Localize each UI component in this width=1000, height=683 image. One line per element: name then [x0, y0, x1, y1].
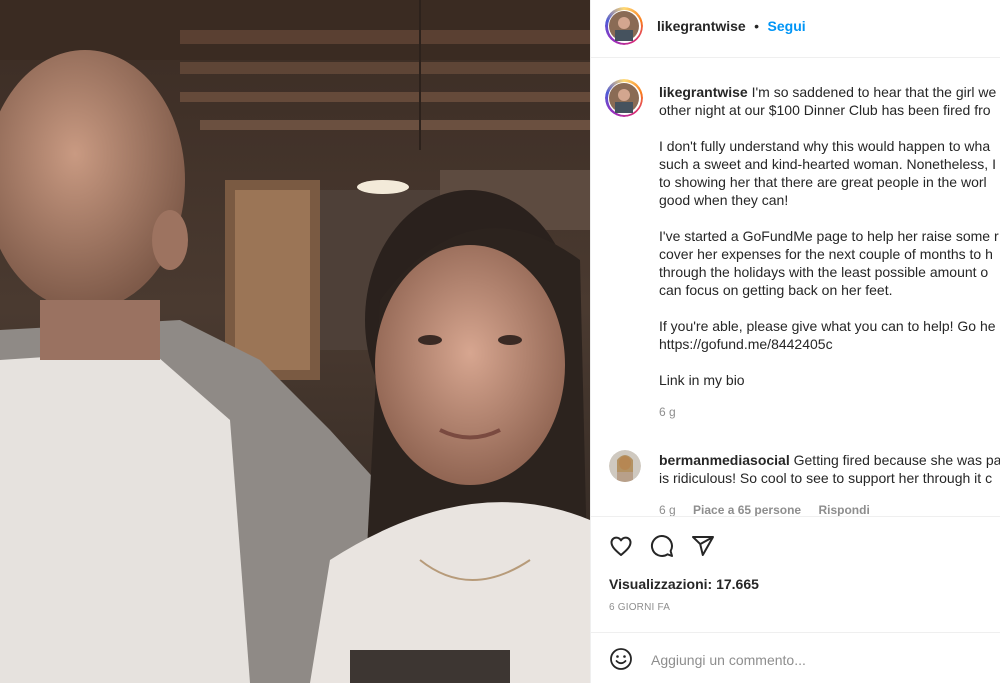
caption-time[interactable]: 6 g — [659, 405, 676, 419]
post-side-panel: likegrantwise • Segui likegrantwise I'm … — [590, 0, 1000, 683]
reply-button[interactable]: Rispondi — [818, 503, 869, 516]
views-count[interactable]: Visualizzazioni: 17.665 — [609, 576, 759, 592]
follow-button[interactable]: Segui — [768, 18, 806, 34]
caption-line: I don't fully understand why this would … — [659, 138, 991, 154]
comment-meta: 6 g Piace a 65 persone Rispondi — [659, 503, 884, 516]
comment-line: Getting fired because she was par — [793, 452, 1000, 468]
caption-para-1: likegrantwise I'm so saddened to hear th… — [659, 83, 1000, 119]
gofundme-link[interactable]: https://gofund.me/8442405c — [659, 336, 833, 352]
emoji-icon[interactable] — [609, 647, 633, 676]
caption-line: other night at our $100 Dinner Club has … — [659, 102, 991, 118]
commenter-avatar[interactable] — [609, 450, 641, 482]
caption-line: through the holidays with the least poss… — [659, 264, 989, 280]
caption-line: good when they can! — [659, 192, 789, 208]
comment-input[interactable] — [649, 649, 983, 671]
add-comment-bar — [591, 632, 1000, 683]
post-header: likegrantwise • Segui — [591, 0, 1000, 58]
caption-line: I'm so saddened to hear that the girl we — [751, 84, 997, 100]
share-icon[interactable] — [691, 534, 715, 563]
caption-line: can focus on getting back on her feet. — [659, 282, 893, 298]
comment-line: is ridiculous! So cool to see to support… — [659, 470, 993, 486]
author-avatar[interactable] — [605, 7, 643, 45]
caption-para-2: I don't fully understand why this would … — [659, 137, 1000, 209]
caption-line: I've started a GoFundMe page to help her… — [659, 228, 999, 244]
comment-username[interactable]: bermanmediasocial — [659, 452, 790, 468]
comment-time[interactable]: 6 g — [659, 503, 676, 516]
caption-username[interactable]: likegrantwise — [659, 84, 748, 100]
caption-para-4: If you're able, please give what you can… — [659, 317, 1000, 353]
caption-para-3: I've started a GoFundMe page to help her… — [659, 227, 1000, 299]
header-username[interactable]: likegrantwise — [657, 18, 746, 34]
post-date[interactable]: 6 GIORNI FA — [609, 602, 670, 613]
avatar-image — [609, 11, 639, 41]
avatar-image — [609, 83, 639, 113]
caption-avatar[interactable] — [605, 79, 643, 117]
caption-line: such a sweet and kind-hearted woman. Non… — [659, 156, 996, 172]
caption-line: cover her expenses for the next couple o… — [659, 246, 993, 262]
caption-line: to showing her that there are great peop… — [659, 174, 987, 190]
caption-body: likegrantwise I'm so saddened to hear th… — [659, 83, 1000, 421]
comment-likes[interactable]: Piace a 65 persone — [693, 503, 801, 516]
caption-meta: 6 g — [659, 403, 1000, 421]
comment-icon[interactable] — [650, 534, 674, 563]
post-media[interactable] — [0, 0, 590, 683]
comment-body: bermanmediasocial Getting fired because … — [659, 451, 1000, 487]
avatar-image — [609, 450, 641, 482]
header-separator: • — [754, 18, 760, 34]
post-photo — [0, 0, 590, 683]
caption-para-5: Link in my bio — [659, 372, 745, 388]
heart-icon[interactable] — [609, 534, 633, 563]
post-actions: Visualizzazioni: 17.665 6 GIORNI FA — [591, 516, 1000, 632]
header-title-row: likegrantwise • Segui — [657, 18, 806, 36]
comments-section[interactable]: likegrantwise I'm so saddened to hear th… — [591, 58, 1000, 516]
caption-line: If you're able, please give what you can… — [659, 318, 996, 334]
